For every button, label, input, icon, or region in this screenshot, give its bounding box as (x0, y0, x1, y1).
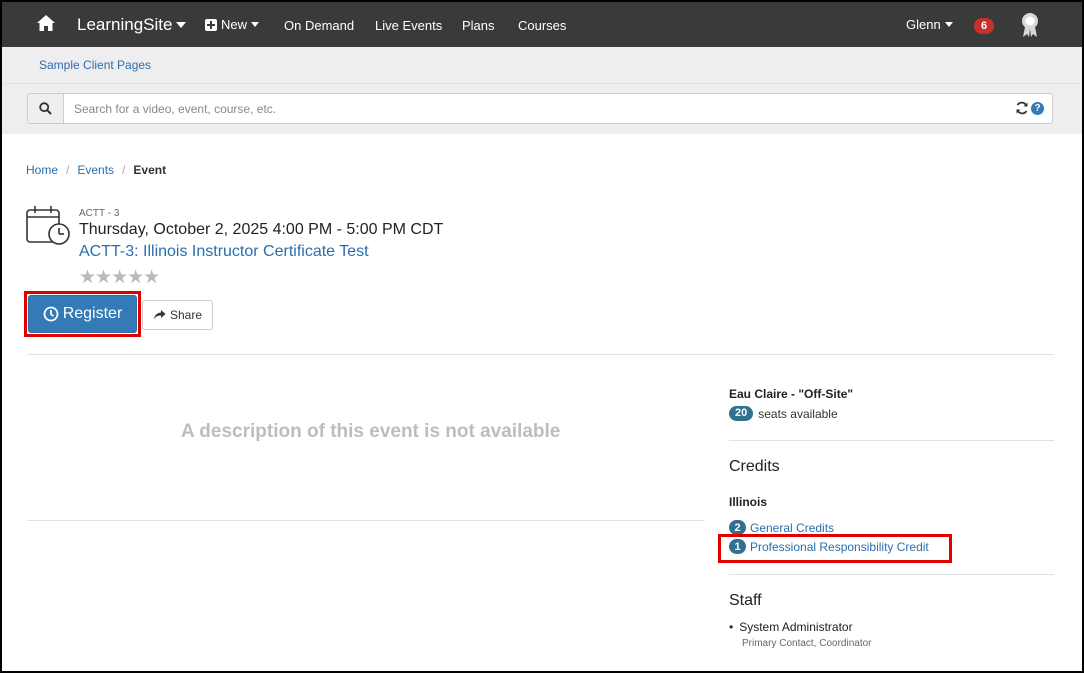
search-bar-area: Search for a video, event, course, etc. … (2, 84, 1082, 134)
new-menu[interactable]: New (205, 17, 260, 32)
breadcrumb-home[interactable]: Home (26, 163, 58, 177)
professional-responsibility-credit-link[interactable]: Professional Responsibility Credit (750, 540, 929, 554)
refresh-icon[interactable] (1015, 101, 1029, 115)
home-icon[interactable] (36, 14, 56, 32)
award-icon[interactable] (1020, 12, 1040, 38)
credit-count-badge: 2 (729, 520, 746, 535)
register-button[interactable]: Register (28, 295, 137, 333)
chevron-down-icon (176, 22, 187, 28)
credit-item: 2 General Credits (729, 520, 834, 535)
divider (27, 354, 1054, 355)
top-navbar: LearningSite New On Demand Live Events P… (2, 2, 1082, 47)
nav-live-events[interactable]: Live Events (375, 18, 442, 33)
new-label: New (221, 17, 248, 32)
app-window: LearningSite New On Demand Live Events P… (0, 0, 1084, 673)
nav-plans[interactable]: Plans (462, 18, 495, 33)
help-icon[interactable]: ? (1031, 101, 1044, 115)
general-credits-link[interactable]: General Credits (750, 521, 834, 535)
event-code: ACTT - 3 (79, 208, 120, 219)
brand-label: LearningSite (77, 15, 173, 34)
user-menu[interactable]: Glenn (906, 17, 953, 32)
clock-icon (43, 306, 59, 322)
search-tools: ? (1015, 101, 1044, 115)
event-datetime: Thursday, October 2, 2025 4:00 PM - 5:00… (79, 221, 444, 238)
chevron-down-icon (944, 22, 953, 27)
subheader: Sample Client Pages (2, 47, 1082, 84)
share-icon (153, 310, 166, 320)
user-name: Glenn (906, 17, 941, 32)
divider (27, 520, 705, 521)
seats-available: 20 seats available (729, 406, 838, 421)
divider (729, 440, 1054, 441)
bullet: • (729, 620, 734, 634)
calendar-clock-icon (26, 206, 70, 245)
search-button[interactable] (28, 94, 64, 123)
credits-heading: Credits (729, 458, 780, 475)
credit-state: Illinois (729, 495, 768, 509)
location-name: Eau Claire - "Off-Site" (729, 387, 854, 401)
breadcrumb-current: Event (133, 163, 167, 177)
nav-courses[interactable]: Courses (518, 18, 566, 33)
notification-badge[interactable]: 6 (974, 18, 994, 34)
register-label: Register (62, 305, 123, 322)
seats-count-badge: 20 (729, 406, 754, 421)
divider (729, 574, 1054, 575)
rating-stars[interactable]: ★★★★★ (79, 266, 160, 289)
staff-heading: Staff (729, 592, 762, 609)
share-label: Share (169, 308, 203, 322)
event-title-link[interactable]: ACTT-3: Illinois Instructor Certificate … (79, 243, 369, 261)
staff-role: Primary Contact, Coordinator (742, 638, 872, 649)
sample-client-pages-link[interactable]: Sample Client Pages (39, 58, 151, 72)
seats-label: seats available (758, 406, 838, 421)
credit-item: 1 Professional Responsibility Credit (729, 539, 929, 554)
plus-square-icon (205, 18, 217, 31)
nav-on-demand[interactable]: On Demand (284, 18, 354, 33)
breadcrumb-separator: / (122, 163, 126, 177)
staff-member: • System Administrator (729, 620, 853, 634)
breadcrumb-separator: / (66, 163, 70, 177)
brand-menu[interactable]: LearningSite (77, 15, 187, 35)
search-icon (39, 102, 52, 115)
search-placeholder: Search for a video, event, course, etc. (74, 102, 277, 116)
share-button[interactable]: Share (142, 300, 213, 330)
breadcrumb: Home / Events / Event (26, 163, 166, 177)
search-input[interactable]: Search for a video, event, course, etc. … (27, 93, 1053, 124)
credit-count-badge: 1 (729, 539, 746, 554)
chevron-down-icon (251, 22, 260, 27)
breadcrumb-events[interactable]: Events (77, 163, 114, 177)
staff-name: System Administrator (739, 620, 853, 634)
no-description-text: A description of this event is not avail… (181, 421, 561, 442)
